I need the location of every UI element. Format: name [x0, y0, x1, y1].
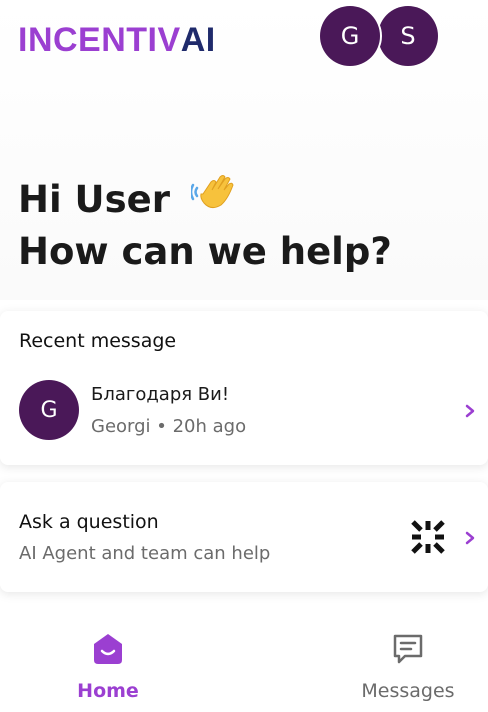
- incentivai-logo: INCENTIV AI: [18, 20, 216, 60]
- nav-item-home[interactable]: Home: [38, 604, 178, 712]
- ask-question-title: Ask a question: [19, 511, 159, 533]
- avatar: S: [378, 6, 438, 66]
- chevron-right-icon[interactable]: [463, 529, 477, 547]
- ask-question-subtitle: AI Agent and team can help: [19, 543, 271, 564]
- avatar-initial: S: [400, 22, 416, 50]
- nav-label-messages: Messages: [361, 680, 455, 702]
- greeting-line-2: How can we help?: [18, 230, 392, 273]
- greeting-line-1: Hi User: [18, 174, 392, 226]
- recent-message-title: Recent message: [19, 330, 177, 352]
- logo-ai-text: AI: [180, 21, 216, 59]
- header: INCENTIV AI G S Hi User How can we help?: [0, 0, 488, 300]
- message-preview-text: Благодаря Ви!: [91, 384, 230, 405]
- greeting-heading: Hi User How can we help?: [18, 174, 392, 278]
- message-meta: Georgi • 20h ago: [91, 416, 247, 437]
- avatar: G: [320, 6, 380, 66]
- nav-label-home: Home: [77, 680, 139, 702]
- avatar-initial: G: [340, 22, 360, 50]
- greeting-text: Hi User: [18, 178, 170, 221]
- avatar-initial: G: [40, 397, 58, 423]
- chevron-right-icon[interactable]: [463, 402, 477, 420]
- home-icon: [94, 634, 122, 664]
- waving-hand-icon: [190, 175, 234, 209]
- nav-item-messages[interactable]: Messages: [338, 604, 478, 712]
- logo-main-text: INCENTIV: [18, 21, 181, 59]
- bottom-navigation: Home Messages: [0, 604, 488, 712]
- messages-icon: [393, 634, 423, 664]
- team-avatars: G S: [320, 6, 440, 66]
- message-sender-avatar: G: [19, 380, 79, 440]
- ai-agent-icon: [411, 520, 445, 554]
